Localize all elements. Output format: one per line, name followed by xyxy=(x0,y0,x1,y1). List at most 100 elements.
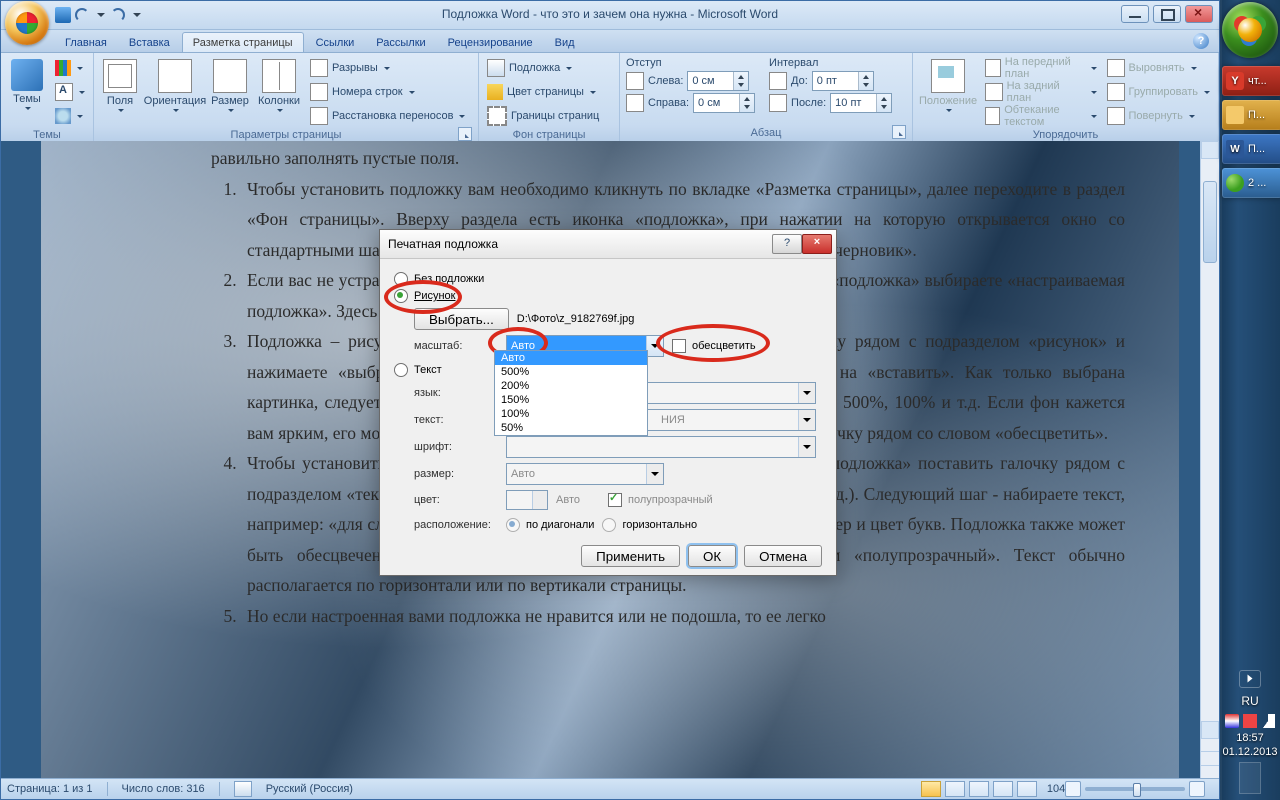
hyphenation-button[interactable]: Расстановка переносов xyxy=(308,105,467,127)
watermark-button[interactable]: Подложка xyxy=(485,57,601,79)
dialog-title: Печатная подложка xyxy=(388,237,498,251)
view-draft[interactable] xyxy=(1017,781,1037,797)
start-button[interactable] xyxy=(1222,2,1278,58)
cancel-button[interactable]: Отмена xyxy=(744,545,822,567)
view-full-screen[interactable] xyxy=(945,781,965,797)
tab-mailings[interactable]: Рассылки xyxy=(366,33,435,52)
scroll-up-button[interactable] xyxy=(1201,141,1219,159)
indent-right-field[interactable]: Справа:0 см xyxy=(626,93,755,113)
line-numbers-button[interactable]: Номера строк xyxy=(308,81,467,103)
taskbar-item-yandex[interactable]: чт... xyxy=(1222,66,1280,96)
dropdown-option[interactable]: 50% xyxy=(495,421,647,435)
theme-fonts-button[interactable] xyxy=(53,81,87,103)
breaks-button[interactable]: Разрывы xyxy=(308,57,467,79)
zoom-slider[interactable] xyxy=(1085,787,1185,791)
group-icon xyxy=(1107,83,1125,101)
theme-effects-button[interactable] xyxy=(53,105,87,127)
view-web-layout[interactable] xyxy=(969,781,989,797)
align-icon xyxy=(1107,59,1125,77)
scroll-down-button[interactable] xyxy=(1201,721,1219,739)
margins-button[interactable]: Поля xyxy=(100,57,140,112)
ribbon: Темы Темы Поля Ориентация Размер Колонки… xyxy=(1,53,1219,144)
bring-front-icon xyxy=(985,59,1001,77)
tray-date[interactable]: 01.12.2013 xyxy=(1220,746,1280,758)
watermark-icon xyxy=(487,59,505,77)
spacing-before-icon xyxy=(769,72,787,90)
show-desktop-button[interactable] xyxy=(1239,762,1261,794)
tab-home[interactable]: Главная xyxy=(55,33,117,52)
ribbon-tabs: Главная Вставка Разметка страницы Ссылки… xyxy=(1,30,1219,53)
close-button[interactable] xyxy=(1185,5,1213,23)
office-button[interactable] xyxy=(5,1,49,45)
scroll-thumb[interactable] xyxy=(1203,181,1217,263)
dropdown-option[interactable]: 150% xyxy=(495,393,647,407)
tab-references[interactable]: Ссылки xyxy=(306,33,365,52)
tray-language[interactable]: RU xyxy=(1220,694,1280,708)
status-language[interactable]: Русский (Россия) xyxy=(266,783,353,795)
ok-button[interactable]: ОК xyxy=(688,545,736,567)
vertical-scrollbar[interactable] xyxy=(1200,141,1219,779)
paragraph-launcher[interactable] xyxy=(892,125,906,139)
tab-insert[interactable]: Вставка xyxy=(119,33,180,52)
dialog-help-button[interactable]: ? xyxy=(772,234,802,254)
group-arrange: Положение На передний план На задний пла… xyxy=(913,53,1219,143)
volume-icon[interactable] xyxy=(1261,714,1275,728)
position-button: Положение xyxy=(919,57,977,112)
apply-button[interactable]: Применить xyxy=(581,545,680,567)
tab-page-layout[interactable]: Разметка страницы xyxy=(182,32,304,52)
checkbox-icon-checked xyxy=(608,493,622,507)
tab-review[interactable]: Рецензирование xyxy=(438,33,543,52)
chevron-down-icon xyxy=(646,464,663,484)
page-setup-launcher[interactable] xyxy=(458,127,472,141)
taskbar-item-messenger[interactable]: 2 ... xyxy=(1222,168,1280,198)
dialog-close-button[interactable]: × xyxy=(802,234,832,254)
help-icon[interactable]: ? xyxy=(1193,33,1209,49)
radio-icon xyxy=(394,363,408,377)
tab-view[interactable]: Вид xyxy=(545,33,585,52)
view-outline[interactable] xyxy=(993,781,1013,797)
radio-horizontal: горизонтально xyxy=(602,518,697,532)
size-button[interactable]: Размер xyxy=(210,57,250,112)
maximize-button[interactable] xyxy=(1153,5,1181,23)
tray-overflow-button[interactable] xyxy=(1239,670,1261,688)
selected-file-path: D:\Фото\z_9182769f.jpg xyxy=(517,313,635,325)
theme-colors-button[interactable] xyxy=(53,57,87,79)
action-center-icon[interactable] xyxy=(1225,714,1239,728)
label-layout: расположение: xyxy=(414,519,498,531)
status-proofing-icon[interactable] xyxy=(234,781,252,797)
effects-icon xyxy=(55,108,71,124)
view-print-layout[interactable] xyxy=(921,781,941,797)
page-color-button[interactable]: Цвет страницы xyxy=(485,81,601,103)
taskbar-item-word[interactable]: П... xyxy=(1222,134,1280,164)
spacing-after-field[interactable]: После:10 пт xyxy=(769,93,892,113)
page-borders-button[interactable]: Границы страниц xyxy=(485,105,601,127)
chevron-down-icon xyxy=(798,437,815,457)
zoom-handle[interactable] xyxy=(1133,783,1141,797)
dropdown-option[interactable]: 200% xyxy=(495,379,647,393)
status-words[interactable]: Число слов: 316 xyxy=(122,783,205,795)
themes-button[interactable]: Темы xyxy=(7,57,47,110)
tray-time[interactable]: 18:57 xyxy=(1220,732,1280,744)
spacing-after-icon xyxy=(769,94,787,112)
dialog-titlebar[interactable]: Печатная подложка ? × xyxy=(380,230,836,259)
label-text: текст: xyxy=(414,414,498,426)
send-back-icon xyxy=(985,83,1002,101)
wrap-icon xyxy=(985,107,1000,125)
orientation-button[interactable]: Ориентация xyxy=(146,57,204,112)
dropdown-option[interactable]: 500% xyxy=(495,365,647,379)
indent-left-field[interactable]: Слева:0 см xyxy=(626,71,755,91)
status-page[interactable]: Страница: 1 из 1 xyxy=(7,783,93,795)
dropdown-option[interactable]: 100% xyxy=(495,407,647,421)
dropdown-option[interactable]: Авто xyxy=(495,351,647,365)
taskbar-item-folder[interactable]: П... xyxy=(1222,100,1280,130)
send-back-button: На задний план xyxy=(983,81,1098,103)
title-bar: Подложка Word - что это и зачем она нужн… xyxy=(1,1,1219,30)
columns-button[interactable]: Колонки xyxy=(256,57,302,112)
network-icon[interactable] xyxy=(1243,714,1257,728)
radio-no-watermark[interactable]: Без подложки xyxy=(394,272,822,286)
bring-front-button: На передний план xyxy=(983,57,1098,79)
spacing-before-field[interactable]: До:0 пт xyxy=(769,71,892,91)
radio-icon xyxy=(506,518,520,532)
minimize-button[interactable] xyxy=(1121,5,1149,23)
label-color: цвет: xyxy=(414,494,498,506)
